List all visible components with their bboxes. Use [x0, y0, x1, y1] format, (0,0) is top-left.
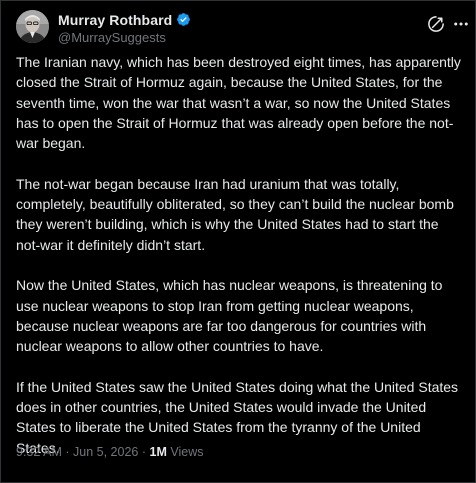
display-name-row: Murray Rothbard: [58, 11, 191, 28]
more-options-icon[interactable]: [452, 15, 470, 33]
tweet-text: The Iranian navy, which has been destroy…: [16, 52, 464, 478]
author-handle[interactable]: @MurraySuggests: [58, 30, 191, 45]
meta-separator: ·: [65, 445, 70, 459]
tweet-paragraph-2: The not-war began because Iran had urani…: [16, 175, 454, 253]
tweet-date[interactable]: Jun 5, 2026: [73, 445, 138, 459]
tweet-card: Murray Rothbard @MurraySuggests The Iran…: [0, 0, 476, 483]
avatar[interactable]: [16, 10, 49, 43]
tweet-meta: 9:32 AM · Jun 5, 2026 · 1M Views: [16, 445, 203, 459]
author-display-name[interactable]: Murray Rothbard: [58, 12, 172, 28]
author-names: Murray Rothbard @MurraySuggests: [58, 11, 191, 45]
tweet-time[interactable]: 9:32 AM: [16, 445, 62, 459]
grok-icon[interactable]: [427, 15, 445, 33]
views-count[interactable]: 1M: [150, 445, 167, 459]
tweet-paragraph-3: Now the United States, which has nuclear…: [16, 277, 443, 355]
tweet-paragraph-1: The Iranian navy, which has been destroy…: [16, 54, 461, 152]
meta-separator: ·: [141, 445, 147, 459]
avatar-image: [16, 10, 49, 43]
tweet-header: Murray Rothbard @MurraySuggests: [16, 10, 468, 46]
views-label: Views: [170, 445, 204, 459]
verified-badge-icon[interactable]: [176, 12, 191, 27]
